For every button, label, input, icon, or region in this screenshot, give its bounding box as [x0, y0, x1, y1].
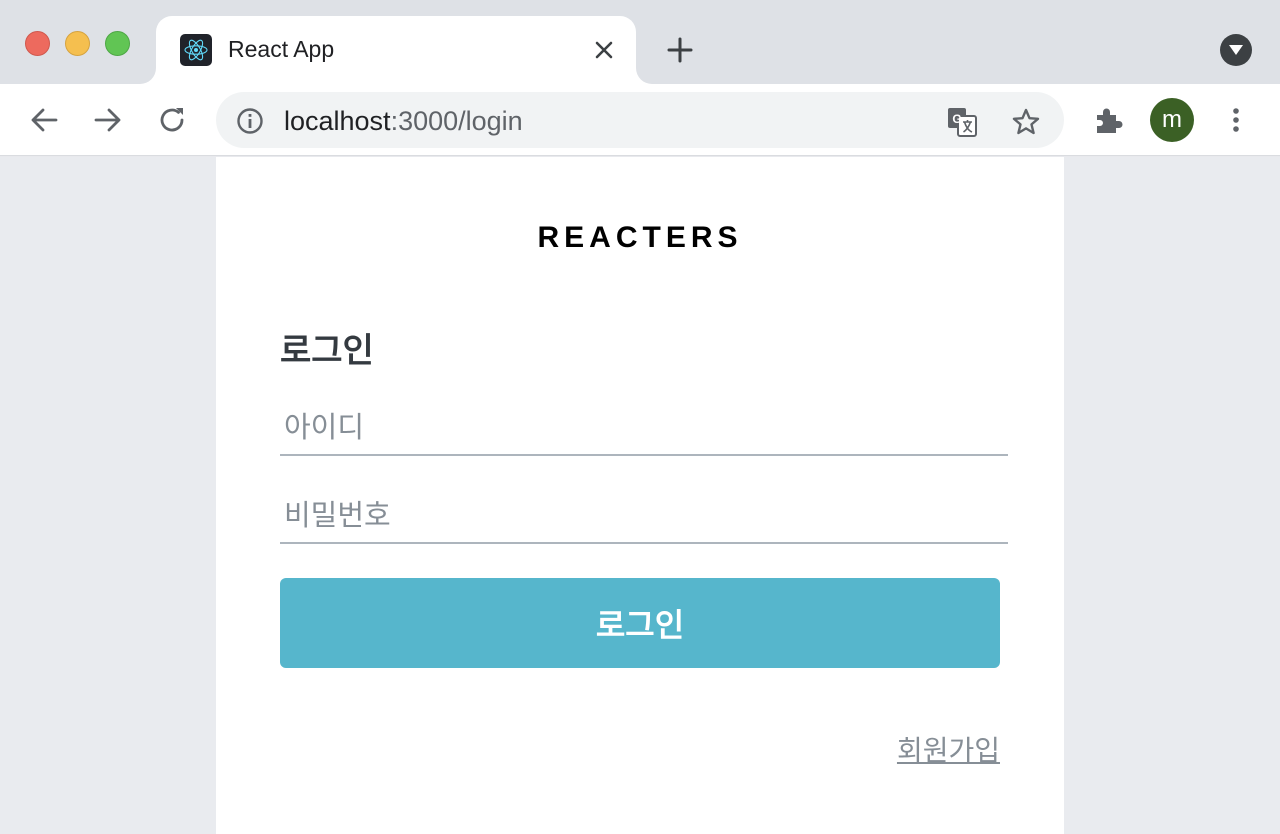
react-favicon-icon — [180, 34, 212, 66]
window-zoom-button[interactable] — [105, 31, 130, 56]
tab-strip: React App — [0, 0, 1280, 84]
page-title: 로그인 — [280, 332, 374, 370]
username-input[interactable] — [280, 400, 1008, 456]
signup-link[interactable]: 회원가입 — [897, 729, 1000, 769]
more-vert-icon[interactable] — [1216, 100, 1256, 140]
login-card: REACTERS 로그인 로그인 회원가입 — [216, 157, 1064, 834]
password-input[interactable] — [280, 488, 1008, 544]
window-minimize-button[interactable] — [65, 31, 90, 56]
url-text[interactable]: localhost:3000/login — [284, 106, 523, 137]
close-icon[interactable] — [588, 34, 620, 66]
puzzle-icon[interactable] — [1088, 100, 1128, 140]
site-logo[interactable]: REACTERS — [216, 221, 1064, 255]
translate-icon[interactable]: G — [944, 104, 980, 140]
info-icon[interactable] — [234, 105, 266, 137]
address-bar[interactable]: localhost:3000/login G — [216, 92, 1064, 148]
reload-icon[interactable] — [152, 100, 192, 140]
back-arrow-icon[interactable] — [24, 100, 64, 140]
page-viewport: REACTERS 로그인 로그인 회원가입 — [0, 157, 1280, 834]
plus-icon[interactable] — [662, 32, 698, 68]
browser-tab[interactable]: React App — [156, 16, 636, 84]
star-icon[interactable] — [1008, 104, 1044, 140]
window-close-button[interactable] — [25, 31, 50, 56]
svg-text:G: G — [952, 112, 961, 126]
browser-toolbar: localhost:3000/login G m — [0, 84, 1280, 156]
forward-arrow-icon[interactable] — [88, 100, 128, 140]
login-button[interactable]: 로그인 — [280, 578, 1000, 668]
avatar[interactable]: m — [1150, 98, 1194, 142]
url-path: :3000/login — [390, 106, 523, 136]
url-host: localhost — [284, 106, 391, 136]
tab-title: React App — [228, 36, 335, 62]
chevron-down-icon[interactable] — [1220, 34, 1252, 66]
